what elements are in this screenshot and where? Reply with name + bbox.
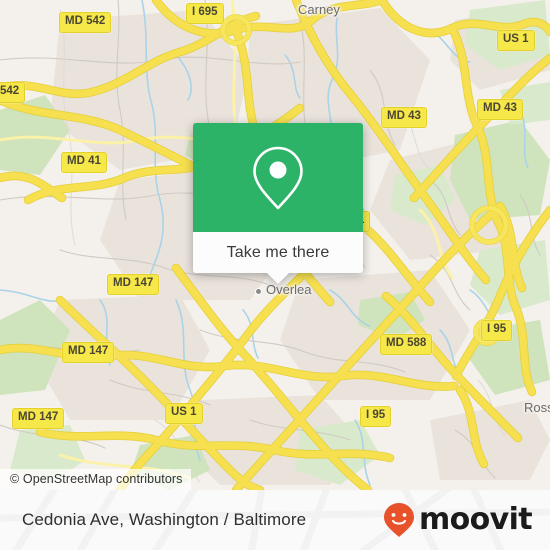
footer-bar: Cedonia Ave, Washington / Baltimore moov… bbox=[0, 490, 550, 550]
road-shield-md-147-mid[interactable]: MD 147 bbox=[62, 342, 115, 363]
place-label-overlea: Overlea bbox=[266, 282, 312, 297]
road-shield-md-43-east[interactable]: MD 43 bbox=[477, 99, 523, 120]
moovit-pin-icon bbox=[383, 503, 414, 537]
road-shield-md-43-west[interactable]: MD 43 bbox=[381, 107, 427, 128]
road-shield-us-1-south[interactable]: US 1 bbox=[165, 403, 203, 424]
road-shield-md-542-west[interactable]: 542 bbox=[0, 82, 26, 103]
location-title: Cedonia Ave, Washington / Baltimore bbox=[22, 510, 307, 529]
road-shield-us-1-north[interactable]: US 1 bbox=[497, 30, 535, 51]
map-pin-icon bbox=[253, 146, 303, 209]
road-shield-md-147-north[interactable]: MD 147 bbox=[107, 274, 160, 295]
moovit-logo[interactable]: moovit bbox=[383, 502, 533, 538]
callout-action[interactable]: Take me there bbox=[193, 232, 363, 284]
road-shield-md-588[interactable]: MD 588 bbox=[380, 334, 433, 355]
road-shield-i-95-east[interactable]: I 95 bbox=[481, 320, 513, 341]
location-callout-card[interactable]: Take me there bbox=[193, 123, 363, 284]
place-label-rossville: Ross bbox=[524, 400, 550, 415]
road-shield-i-95-south[interactable]: I 95 bbox=[360, 406, 392, 427]
place-dot-overlea bbox=[255, 288, 262, 295]
map-attribution[interactable]: © OpenStreetMap contributors bbox=[0, 469, 191, 490]
callout-pointer-tail bbox=[267, 273, 289, 284]
map-screen: .wt{fill:#ece7e0;} .res{fill:#eae3dc;} .… bbox=[0, 0, 550, 550]
callout-action-label: Take me there bbox=[226, 243, 330, 261]
road-shield-i-695[interactable]: I 695 bbox=[186, 3, 224, 24]
road-shield-md-542-north[interactable]: MD 542 bbox=[59, 12, 112, 33]
moovit-wordmark: moovit bbox=[418, 502, 533, 537]
road-shield-md-41[interactable]: MD 41 bbox=[61, 152, 107, 173]
callout-header bbox=[193, 123, 363, 232]
road-shield-md-147-south[interactable]: MD 147 bbox=[12, 408, 65, 429]
place-label-carney: Carney bbox=[298, 2, 340, 17]
